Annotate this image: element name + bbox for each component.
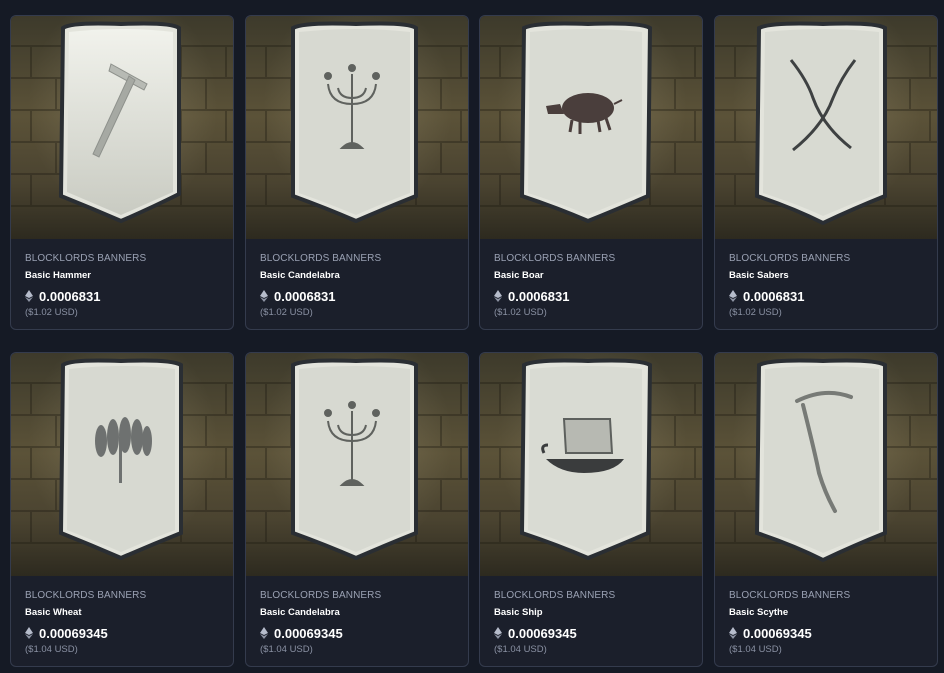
item-name[interactable]: Basic Candelabra — [260, 270, 340, 281]
usd-price: ($1.02 USD) — [25, 307, 78, 318]
collection-name[interactable]: BLOCKLORDS BANNERS — [494, 590, 615, 601]
collection-name[interactable]: BLOCKLORDS BANNERS — [25, 253, 146, 264]
card-info: BLOCKLORDS BANNERS Basic Hammer 0.000683… — [11, 239, 233, 329]
price-row: 0.0006831 — [729, 288, 804, 304]
usd-price: ($1.02 USD) — [260, 307, 313, 318]
card-info: BLOCKLORDS BANNERS Basic Wheat 0.0006934… — [11, 576, 233, 666]
price-row: 0.00069345 — [729, 625, 812, 641]
price-value: 0.0006831 — [508, 288, 570, 304]
nft-image[interactable] — [246, 16, 468, 239]
ethereum-icon — [25, 290, 33, 302]
collection-name[interactable]: BLOCKLORDS BANNERS — [260, 590, 381, 601]
usd-price: ($1.02 USD) — [729, 307, 782, 318]
nft-image[interactable] — [246, 353, 468, 576]
item-name[interactable]: Basic Sabers — [729, 270, 789, 281]
nft-image[interactable] — [715, 353, 937, 576]
price-value: 0.00069345 — [39, 625, 108, 641]
usd-price: ($1.04 USD) — [729, 644, 782, 655]
price-value: 0.00069345 — [274, 625, 343, 641]
item-name[interactable]: Basic Boar — [494, 270, 544, 281]
usd-price: ($1.04 USD) — [494, 644, 547, 655]
collection-name[interactable]: BLOCKLORDS BANNERS — [260, 253, 381, 264]
banner-shield — [754, 358, 887, 563]
banner-shield — [291, 21, 418, 224]
banner-shield — [519, 358, 653, 561]
banner-shield — [754, 21, 887, 226]
item-name[interactable]: Basic Hammer — [25, 270, 91, 281]
card-info: BLOCKLORDS BANNERS Basic Sabers 0.000683… — [715, 239, 937, 329]
nft-card[interactable]: BLOCKLORDS BANNERS Basic Candelabra 0.00… — [245, 15, 469, 330]
price-value: 0.0006831 — [39, 288, 101, 304]
nft-grid: BLOCKLORDS BANNERS Basic Hammer 0.000683… — [0, 0, 944, 673]
collection-name[interactable]: BLOCKLORDS BANNERS — [729, 590, 850, 601]
price-row: 0.0006831 — [494, 288, 569, 304]
nft-card[interactable]: BLOCKLORDS BANNERS Basic Wheat 0.0006934… — [10, 352, 234, 667]
nft-card[interactable]: BLOCKLORDS BANNERS Basic Scythe 0.000693… — [714, 352, 938, 667]
banner-shield — [291, 358, 418, 561]
collection-name[interactable]: BLOCKLORDS BANNERS — [729, 253, 850, 264]
ethereum-icon — [260, 627, 268, 639]
card-info: BLOCKLORDS BANNERS Basic Scythe 0.000693… — [715, 576, 937, 666]
item-name[interactable]: Basic Wheat — [25, 607, 82, 618]
nft-card[interactable]: BLOCKLORDS BANNERS Basic Boar 0.0006831 … — [479, 15, 703, 330]
ethereum-icon — [260, 290, 268, 302]
banner-shield — [58, 21, 181, 224]
usd-price: ($1.02 USD) — [494, 307, 547, 318]
collection-name[interactable]: BLOCKLORDS BANNERS — [494, 253, 615, 264]
card-info: BLOCKLORDS BANNERS Basic Boar 0.0006831 … — [480, 239, 702, 329]
price-value: 0.0006831 — [274, 288, 336, 304]
banner-shield — [58, 358, 183, 561]
card-info: BLOCKLORDS BANNERS Basic Ship 0.00069345… — [480, 576, 702, 666]
ethereum-icon — [729, 627, 737, 639]
nft-card[interactable]: BLOCKLORDS BANNERS Basic Candelabra 0.00… — [245, 352, 469, 667]
price-row: 0.00069345 — [260, 625, 343, 641]
price-value: 0.0006831 — [743, 288, 805, 304]
banner-shield — [519, 21, 653, 224]
nft-card[interactable]: BLOCKLORDS BANNERS Basic Hammer 0.000683… — [10, 15, 234, 330]
ethereum-icon — [25, 627, 33, 639]
nft-image[interactable] — [480, 353, 702, 576]
price-value: 0.00069345 — [508, 625, 577, 641]
ethereum-icon — [494, 290, 502, 302]
ethereum-icon — [729, 290, 737, 302]
nft-image[interactable] — [715, 16, 937, 239]
nft-card[interactable]: BLOCKLORDS BANNERS Basic Ship 0.00069345… — [479, 352, 703, 667]
item-name[interactable]: Basic Ship — [494, 607, 543, 618]
nft-card[interactable]: BLOCKLORDS BANNERS Basic Sabers 0.000683… — [714, 15, 938, 330]
ethereum-icon — [494, 627, 502, 639]
price-row: 0.0006831 — [260, 288, 335, 304]
item-name[interactable]: Basic Scythe — [729, 607, 788, 618]
card-info: BLOCKLORDS BANNERS Basic Candelabra 0.00… — [246, 576, 468, 666]
collection-name[interactable]: BLOCKLORDS BANNERS — [25, 590, 146, 601]
price-value: 0.00069345 — [743, 625, 812, 641]
price-row: 0.0006831 — [25, 288, 100, 304]
usd-price: ($1.04 USD) — [25, 644, 78, 655]
nft-image[interactable] — [11, 353, 233, 576]
price-row: 0.00069345 — [494, 625, 577, 641]
card-info: BLOCKLORDS BANNERS Basic Candelabra 0.00… — [246, 239, 468, 329]
nft-image[interactable] — [480, 16, 702, 239]
price-row: 0.00069345 — [25, 625, 108, 641]
item-name[interactable]: Basic Candelabra — [260, 607, 340, 618]
usd-price: ($1.04 USD) — [260, 644, 313, 655]
nft-image[interactable] — [11, 16, 233, 239]
